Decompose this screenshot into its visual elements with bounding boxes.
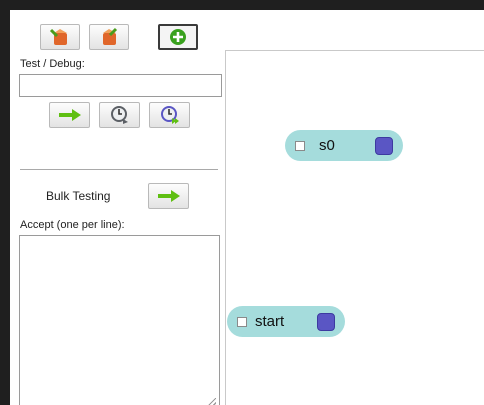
add-state-button[interactable] — [158, 24, 198, 50]
accept-state-checkbox[interactable] — [295, 140, 305, 151]
open-file-icon — [103, 27, 118, 45]
save-file-icon — [49, 28, 67, 45]
step-button[interactable] — [99, 102, 140, 128]
fast-forward-clock-icon — [160, 106, 179, 124]
connect-handle[interactable] — [375, 136, 393, 155]
step-clock-icon — [110, 106, 128, 124]
state-label: s0 — [319, 137, 335, 154]
fast-forward-button[interactable] — [149, 102, 190, 128]
accept-strings-textarea[interactable] — [19, 235, 220, 405]
resize-grip[interactable] — [208, 398, 216, 405]
run-arrow-icon — [157, 190, 180, 202]
test-string-input[interactable] — [19, 74, 222, 97]
accept-label: Accept (one per line): — [20, 219, 125, 231]
panel-divider — [20, 169, 218, 170]
state-label: start — [255, 313, 285, 330]
diagram-canvas[interactable]: s0 start — [225, 50, 484, 405]
connect-handle[interactable] — [317, 312, 335, 331]
open-button[interactable] — [89, 24, 129, 50]
bulk-testing-label: Bulk Testing — [46, 189, 111, 203]
run-arrow-icon — [58, 109, 81, 121]
add-state-icon — [170, 29, 186, 45]
automaton-editor: Test / Debug: Bulk Testing Accept (one p… — [10, 10, 484, 405]
state-node-s0[interactable]: s0 — [285, 130, 403, 161]
save-button[interactable] — [40, 24, 80, 50]
state-node-start[interactable]: start — [227, 306, 345, 337]
bulk-run-button[interactable] — [148, 183, 189, 209]
test-debug-label: Test / Debug: — [20, 58, 85, 70]
run-button[interactable] — [49, 102, 90, 128]
accept-state-checkbox[interactable] — [237, 316, 247, 327]
